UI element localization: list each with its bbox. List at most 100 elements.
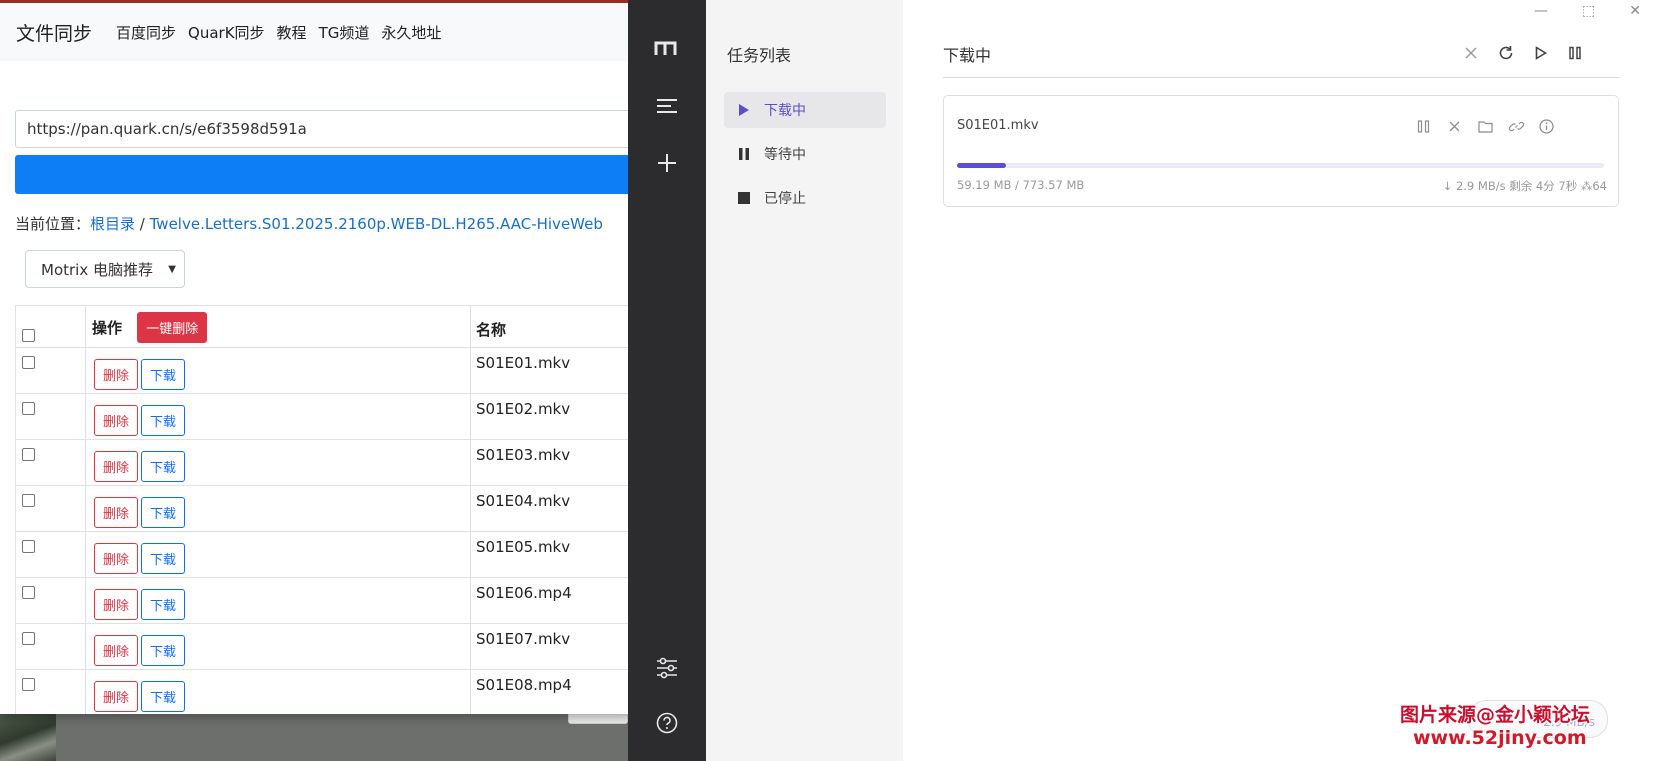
row-checkbox[interactable]: [22, 494, 35, 507]
task-size-progress: 59.19 MB / 773.57 MB: [957, 178, 1085, 192]
task-item[interactable]: S01E01.mkv 59.19 MB / 773.57 MB ↓ 2.9 MB…: [943, 95, 1619, 207]
nav-link-telegram[interactable]: TG频道: [319, 22, 370, 43]
row-checkbox[interactable]: [22, 448, 35, 461]
refresh-icon[interactable]: [1495, 42, 1517, 64]
task-remaining-time: 剩余 4分 7秒: [1509, 179, 1578, 193]
folder-icon[interactable]: [1475, 116, 1495, 136]
parse-button[interactable]: [15, 155, 632, 194]
row-checkbox[interactable]: [22, 586, 35, 599]
file-name-cell: S01E04.mkv: [470, 485, 632, 532]
task-delete-icon[interactable]: [1444, 116, 1464, 136]
row-select-cell: [15, 347, 86, 394]
info-icon[interactable]: [1536, 116, 1556, 136]
breadcrumb-label: 当前位置：: [15, 215, 91, 233]
play-icon[interactable]: [1530, 42, 1552, 64]
download-client-select[interactable]: Motrix 电脑推荐 ▼: [25, 250, 185, 288]
download-button[interactable]: 下载: [141, 359, 186, 390]
task-progress-bar: [957, 163, 1604, 168]
breadcrumb-separator: /: [135, 215, 150, 233]
row-checkbox[interactable]: [22, 632, 35, 645]
name-column-header: 名称: [470, 305, 632, 348]
header-ops-cell: 操作 一键删除: [85, 305, 471, 348]
delete-button[interactable]: 删除: [94, 451, 139, 482]
row-select-cell: [15, 669, 86, 714]
nav-link-quark[interactable]: QuarK同步: [188, 22, 265, 43]
plus-icon[interactable]: [628, 153, 706, 177]
stop-icon: [724, 191, 764, 205]
desktop-wallpaper-photo: [0, 714, 56, 761]
row-checkbox[interactable]: [22, 402, 35, 415]
bulk-delete-button[interactable]: 一键删除: [137, 312, 208, 343]
site-title[interactable]: 文件同步: [16, 19, 92, 46]
delete-button[interactable]: 删除: [94, 405, 139, 436]
file-name-cell: S01E06.mp4: [470, 577, 632, 624]
close-icon[interactable]: [1460, 42, 1482, 64]
row-checkbox[interactable]: [22, 678, 35, 691]
file-table: 操作 一键删除 名称 删除 下载 S01E01.mkv 删除 下载 S01E02.mkv 删…: [15, 305, 632, 714]
menu-icon[interactable]: [628, 98, 706, 118]
file-name-cell: S01E07.mkv: [470, 623, 632, 670]
task-main-panel: — ⬚ ✕ 下载中 S01E01.mkv 59.19 MB / 773.57 M…: [903, 0, 1653, 761]
download-button[interactable]: 下载: [141, 405, 186, 436]
row-select-cell: [15, 577, 86, 624]
table-row: 删除 下载 S01E03.mkv: [15, 439, 632, 486]
motrix-app-window: 任务列表 下载中 等待中 已停止 — ⬚ ✕ 下载中 S01E01.mkv 59…: [628, 0, 1653, 761]
maximize-icon[interactable]: ⬚: [1582, 3, 1595, 19]
table-row: 删除 下载 S01E08.mp4: [15, 669, 632, 714]
breadcrumb-root-link[interactable]: 根目录: [90, 215, 135, 233]
delete-button[interactable]: 删除: [94, 681, 139, 712]
download-client-value: Motrix 电脑推荐: [41, 260, 153, 279]
subnav-item-downloading[interactable]: 下载中: [724, 92, 886, 128]
link-icon[interactable]: [1506, 116, 1526, 136]
window-close-icon[interactable]: ✕: [1629, 3, 1641, 19]
task-subnav: 任务列表 下载中 等待中 已停止: [706, 0, 903, 761]
task-pause-icon[interactable]: [1413, 116, 1433, 136]
task-file-name: S01E01.mkv: [957, 118, 1039, 133]
nav-link-tutorial[interactable]: 教程: [277, 22, 307, 43]
select-all-checkbox[interactable]: [22, 329, 35, 342]
subnav-item-waiting[interactable]: 等待中: [724, 136, 886, 172]
header-divider: [943, 77, 1619, 78]
table-header-row: 操作 一键删除 名称: [15, 305, 632, 348]
minimize-icon[interactable]: —: [1534, 3, 1548, 19]
window-controls: — ⬚ ✕: [1534, 3, 1641, 19]
connections-icon: ⁂: [1580, 179, 1593, 193]
delete-button[interactable]: 删除: [94, 543, 139, 574]
help-icon[interactable]: [628, 712, 706, 738]
row-select-cell: [15, 485, 86, 532]
motrix-logo-icon[interactable]: [628, 40, 706, 60]
settings-sliders-icon[interactable]: [628, 657, 706, 683]
breadcrumb-folder-link[interactable]: Twelve.Letters.S01.2025.2160p.WEB-DL.H26…: [150, 215, 603, 233]
row-ops-cell: 删除 下载: [85, 577, 471, 624]
delete-button[interactable]: 删除: [94, 497, 139, 528]
row-checkbox[interactable]: [22, 356, 35, 369]
pause-icon[interactable]: [1564, 42, 1586, 64]
row-select-cell: [15, 393, 86, 440]
share-url-input[interactable]: [15, 110, 632, 148]
task-connections: 64: [1592, 179, 1607, 193]
delete-button[interactable]: 删除: [94, 359, 139, 390]
task-download-speed: ↓ 2.9 MB/s: [1442, 179, 1506, 193]
delete-button[interactable]: 删除: [94, 635, 139, 666]
nav-link-permanent-address[interactable]: 永久地址: [381, 22, 441, 43]
download-button[interactable]: 下载: [141, 451, 186, 482]
row-ops-cell: 删除 下载: [85, 347, 471, 394]
download-button[interactable]: 下载: [141, 681, 186, 712]
download-button[interactable]: 下载: [141, 635, 186, 666]
subnav-item-label: 等待中: [764, 147, 806, 163]
table-row: 删除 下载 S01E06.mp4: [15, 577, 632, 624]
delete-button[interactable]: 删除: [94, 589, 139, 620]
nav-link-baidu[interactable]: 百度同步: [116, 22, 176, 43]
subnav-item-stopped[interactable]: 已停止: [724, 180, 886, 216]
table-row: 删除 下载 S01E02.mkv: [15, 393, 632, 440]
chevron-down-icon: ▼: [168, 264, 176, 275]
download-button[interactable]: 下载: [141, 497, 186, 528]
task-list-title: 任务列表: [727, 46, 792, 65]
file-name-cell: S01E05.mkv: [470, 531, 632, 578]
download-button[interactable]: 下载: [141, 589, 186, 620]
download-button[interactable]: 下载: [141, 543, 186, 574]
row-ops-cell: 删除 下载: [85, 439, 471, 486]
watermark-line2: www.52jiny.com: [1413, 727, 1587, 749]
row-checkbox[interactable]: [22, 540, 35, 553]
row-ops-cell: 删除 下载: [85, 623, 471, 670]
